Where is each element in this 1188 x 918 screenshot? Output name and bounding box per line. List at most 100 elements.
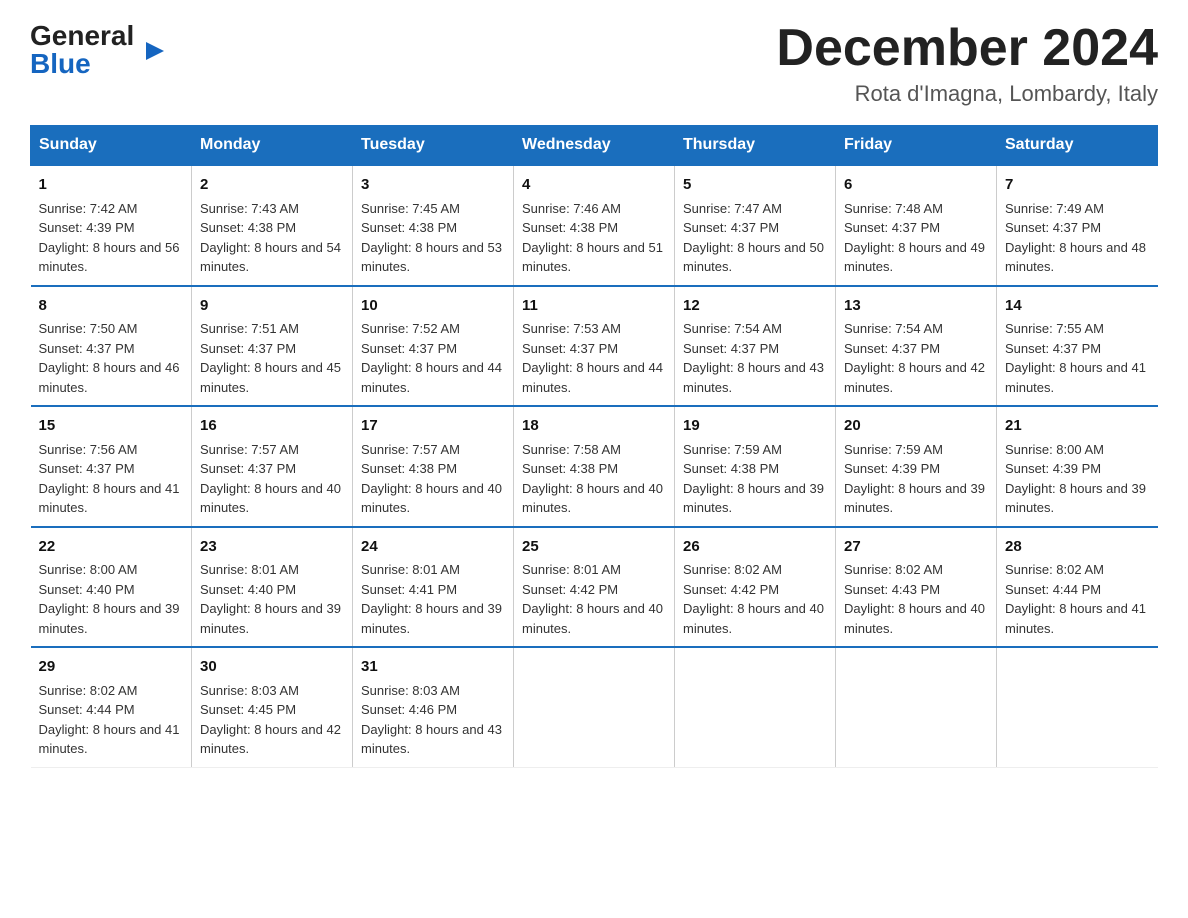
day-info: Sunrise: 7:43 AMSunset: 4:38 PMDaylight:… [200,199,344,277]
day-info: Sunrise: 7:47 AMSunset: 4:37 PMDaylight:… [683,199,827,277]
header-thursday: Thursday [675,126,836,166]
day-info: Sunrise: 7:48 AMSunset: 4:37 PMDaylight:… [844,199,988,277]
day-number: 15 [39,415,184,438]
calendar-cell: 23Sunrise: 8:01 AMSunset: 4:40 PMDayligh… [192,527,353,648]
day-number: 8 [39,295,184,318]
day-number: 20 [844,415,988,438]
day-info: Sunrise: 7:57 AMSunset: 4:37 PMDaylight:… [200,440,344,518]
day-number: 9 [200,295,344,318]
calendar-cell: 21Sunrise: 8:00 AMSunset: 4:39 PMDayligh… [997,406,1158,527]
calendar-week-row: 22Sunrise: 8:00 AMSunset: 4:40 PMDayligh… [31,527,1158,648]
day-info: Sunrise: 7:59 AMSunset: 4:39 PMDaylight:… [844,440,988,518]
day-number: 24 [361,536,505,559]
day-number: 10 [361,295,505,318]
header-saturday: Saturday [997,126,1158,166]
day-info: Sunrise: 8:03 AMSunset: 4:45 PMDaylight:… [200,681,344,759]
day-info: Sunrise: 7:55 AMSunset: 4:37 PMDaylight:… [1005,319,1150,397]
page-header: General Blue December 2024 Rota d'Imagna… [30,20,1158,107]
day-number: 18 [522,415,666,438]
calendar-cell: 24Sunrise: 8:01 AMSunset: 4:41 PMDayligh… [353,527,514,648]
day-number: 12 [683,295,827,318]
day-info: Sunrise: 8:03 AMSunset: 4:46 PMDaylight:… [361,681,505,759]
day-number: 25 [522,536,666,559]
calendar-cell: 15Sunrise: 7:56 AMSunset: 4:37 PMDayligh… [31,406,192,527]
day-number: 26 [683,536,827,559]
day-info: Sunrise: 7:51 AMSunset: 4:37 PMDaylight:… [200,319,344,397]
calendar-cell: 18Sunrise: 7:58 AMSunset: 4:38 PMDayligh… [514,406,675,527]
day-info: Sunrise: 8:02 AMSunset: 4:42 PMDaylight:… [683,560,827,638]
day-number: 29 [39,656,184,679]
calendar-week-row: 1Sunrise: 7:42 AMSunset: 4:39 PMDaylight… [31,165,1158,286]
day-info: Sunrise: 8:02 AMSunset: 4:44 PMDaylight:… [39,681,184,759]
calendar-header-row: SundayMondayTuesdayWednesdayThursdayFrid… [31,126,1158,166]
day-info: Sunrise: 8:02 AMSunset: 4:43 PMDaylight:… [844,560,988,638]
day-info: Sunrise: 7:42 AMSunset: 4:39 PMDaylight:… [39,199,184,277]
day-number: 30 [200,656,344,679]
logo: General Blue [30,20,146,80]
calendar-cell: 27Sunrise: 8:02 AMSunset: 4:43 PMDayligh… [836,527,997,648]
calendar-table: SundayMondayTuesdayWednesdayThursdayFrid… [30,125,1158,768]
location-title: Rota d'Imagna, Lombardy, Italy [776,81,1158,107]
calendar-cell: 28Sunrise: 8:02 AMSunset: 4:44 PMDayligh… [997,527,1158,648]
day-info: Sunrise: 7:45 AMSunset: 4:38 PMDaylight:… [361,199,505,277]
day-number: 4 [522,174,666,197]
calendar-cell: 13Sunrise: 7:54 AMSunset: 4:37 PMDayligh… [836,286,997,407]
calendar-cell: 14Sunrise: 7:55 AMSunset: 4:37 PMDayligh… [997,286,1158,407]
calendar-cell: 17Sunrise: 7:57 AMSunset: 4:38 PMDayligh… [353,406,514,527]
day-info: Sunrise: 8:00 AMSunset: 4:40 PMDaylight:… [39,560,184,638]
day-number: 22 [39,536,184,559]
calendar-cell: 31Sunrise: 8:03 AMSunset: 4:46 PMDayligh… [353,647,514,767]
day-info: Sunrise: 7:58 AMSunset: 4:38 PMDaylight:… [522,440,666,518]
day-number: 28 [1005,536,1150,559]
day-info: Sunrise: 7:59 AMSunset: 4:38 PMDaylight:… [683,440,827,518]
header-tuesday: Tuesday [353,126,514,166]
calendar-cell: 8Sunrise: 7:50 AMSunset: 4:37 PMDaylight… [31,286,192,407]
calendar-cell [836,647,997,767]
calendar-cell: 16Sunrise: 7:57 AMSunset: 4:37 PMDayligh… [192,406,353,527]
calendar-cell: 5Sunrise: 7:47 AMSunset: 4:37 PMDaylight… [675,165,836,286]
day-info: Sunrise: 8:01 AMSunset: 4:40 PMDaylight:… [200,560,344,638]
calendar-cell: 26Sunrise: 8:02 AMSunset: 4:42 PMDayligh… [675,527,836,648]
day-info: Sunrise: 8:02 AMSunset: 4:44 PMDaylight:… [1005,560,1150,638]
calendar-cell: 7Sunrise: 7:49 AMSunset: 4:37 PMDaylight… [997,165,1158,286]
calendar-cell [675,647,836,767]
day-number: 7 [1005,174,1150,197]
day-info: Sunrise: 7:46 AMSunset: 4:38 PMDaylight:… [522,199,666,277]
day-number: 13 [844,295,988,318]
day-info: Sunrise: 7:57 AMSunset: 4:38 PMDaylight:… [361,440,505,518]
day-number: 16 [200,415,344,438]
calendar-cell: 9Sunrise: 7:51 AMSunset: 4:37 PMDaylight… [192,286,353,407]
day-info: Sunrise: 7:50 AMSunset: 4:37 PMDaylight:… [39,319,184,397]
day-number: 23 [200,536,344,559]
day-number: 11 [522,295,666,318]
day-number: 5 [683,174,827,197]
calendar-cell: 12Sunrise: 7:54 AMSunset: 4:37 PMDayligh… [675,286,836,407]
header-monday: Monday [192,126,353,166]
calendar-cell [514,647,675,767]
calendar-cell: 10Sunrise: 7:52 AMSunset: 4:37 PMDayligh… [353,286,514,407]
day-info: Sunrise: 7:54 AMSunset: 4:37 PMDaylight:… [683,319,827,397]
calendar-cell: 20Sunrise: 7:59 AMSunset: 4:39 PMDayligh… [836,406,997,527]
title-block: December 2024 Rota d'Imagna, Lombardy, I… [776,20,1158,107]
day-number: 2 [200,174,344,197]
day-info: Sunrise: 7:49 AMSunset: 4:37 PMDaylight:… [1005,199,1150,277]
calendar-cell [997,647,1158,767]
calendar-week-row: 15Sunrise: 7:56 AMSunset: 4:37 PMDayligh… [31,406,1158,527]
header-wednesday: Wednesday [514,126,675,166]
day-number: 21 [1005,415,1150,438]
day-info: Sunrise: 7:54 AMSunset: 4:37 PMDaylight:… [844,319,988,397]
day-number: 17 [361,415,505,438]
day-info: Sunrise: 8:01 AMSunset: 4:41 PMDaylight:… [361,560,505,638]
header-friday: Friday [836,126,997,166]
day-info: Sunrise: 7:56 AMSunset: 4:37 PMDaylight:… [39,440,184,518]
day-number: 31 [361,656,505,679]
day-info: Sunrise: 7:52 AMSunset: 4:37 PMDaylight:… [361,319,505,397]
calendar-cell: 29Sunrise: 8:02 AMSunset: 4:44 PMDayligh… [31,647,192,767]
header-sunday: Sunday [31,126,192,166]
calendar-cell: 3Sunrise: 7:45 AMSunset: 4:38 PMDaylight… [353,165,514,286]
calendar-cell: 30Sunrise: 8:03 AMSunset: 4:45 PMDayligh… [192,647,353,767]
day-number: 3 [361,174,505,197]
calendar-cell: 6Sunrise: 7:48 AMSunset: 4:37 PMDaylight… [836,165,997,286]
calendar-cell: 4Sunrise: 7:46 AMSunset: 4:38 PMDaylight… [514,165,675,286]
day-number: 27 [844,536,988,559]
